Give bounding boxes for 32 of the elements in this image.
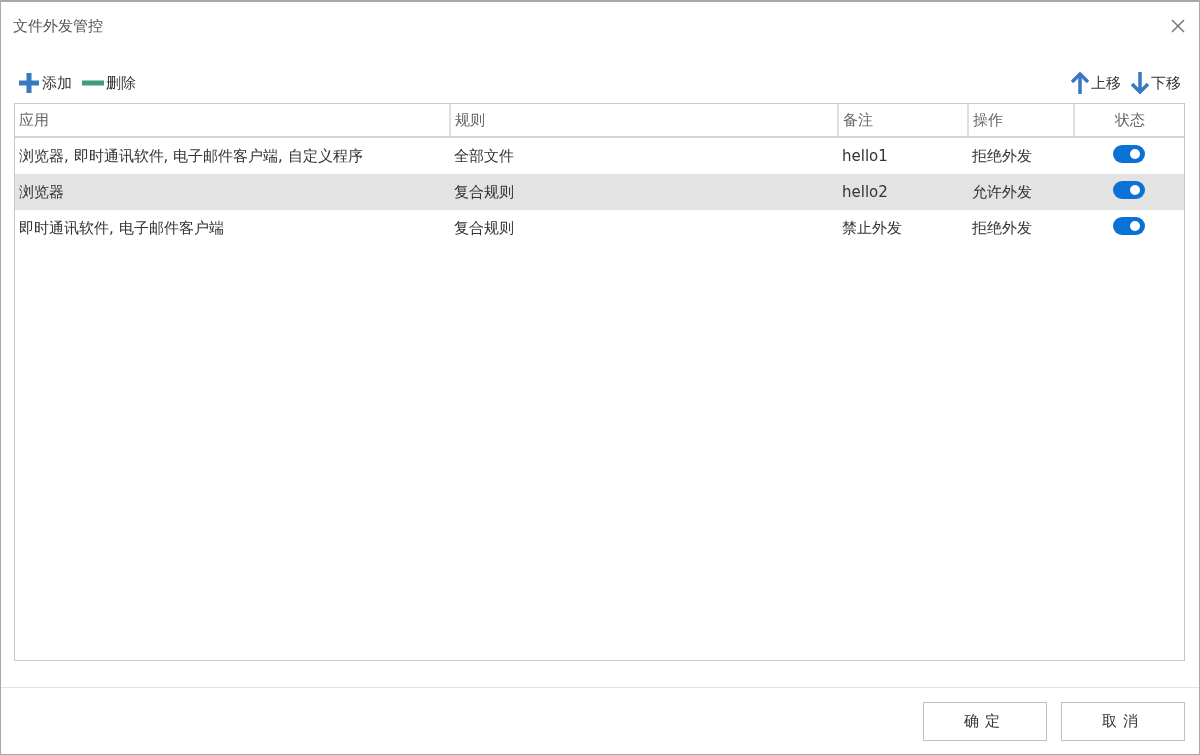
table-cell: 即时通讯软件, 电子邮件客户端 [19, 218, 224, 237]
table-cell: 复合规则 [454, 182, 514, 201]
move-down-button[interactable]: 下移 [1131, 72, 1181, 94]
column-header: 操作 [968, 104, 1074, 137]
table-cell: 复合规则 [454, 218, 514, 237]
ok-button[interactable]: 确定 [923, 701, 1047, 741]
add-button[interactable]: 添加 [18, 72, 72, 94]
column-header: 规则 [450, 104, 838, 137]
toggle-switch[interactable] [1113, 181, 1145, 199]
table-cell: 拒绝外发 [972, 218, 1032, 237]
delete-button[interactable]: 删除 [82, 73, 136, 93]
plus-icon [18, 72, 40, 94]
toggle-switch[interactable] [1113, 145, 1145, 163]
toggle-switch[interactable] [1113, 217, 1145, 235]
column-header: 状态 [1074, 104, 1184, 137]
table-cell: 禁止外发 [842, 218, 902, 237]
table-cell: 浏览器, 即时通讯软件, 电子邮件客户端, 自定义程序 [19, 146, 363, 165]
table-cell: 浏览器 [19, 182, 64, 201]
table-cell: hello1 [842, 147, 888, 165]
window-title: 文件外发管控 [13, 16, 103, 36]
table-cell: 拒绝外发 [972, 146, 1032, 165]
table-cell: hello2 [842, 183, 888, 201]
column-header: 应用 [15, 104, 450, 137]
up-arrow-icon [1071, 72, 1089, 94]
table-cell: 允许外发 [972, 182, 1032, 201]
table-cell: 全部文件 [454, 146, 514, 165]
column-header: 备注 [838, 104, 968, 137]
move-up-button[interactable]: 上移 [1071, 72, 1121, 94]
minus-icon [82, 80, 104, 86]
cancel-button[interactable]: 取消 [1061, 701, 1185, 741]
close-icon[interactable] [1171, 19, 1185, 33]
down-arrow-icon [1131, 72, 1149, 94]
